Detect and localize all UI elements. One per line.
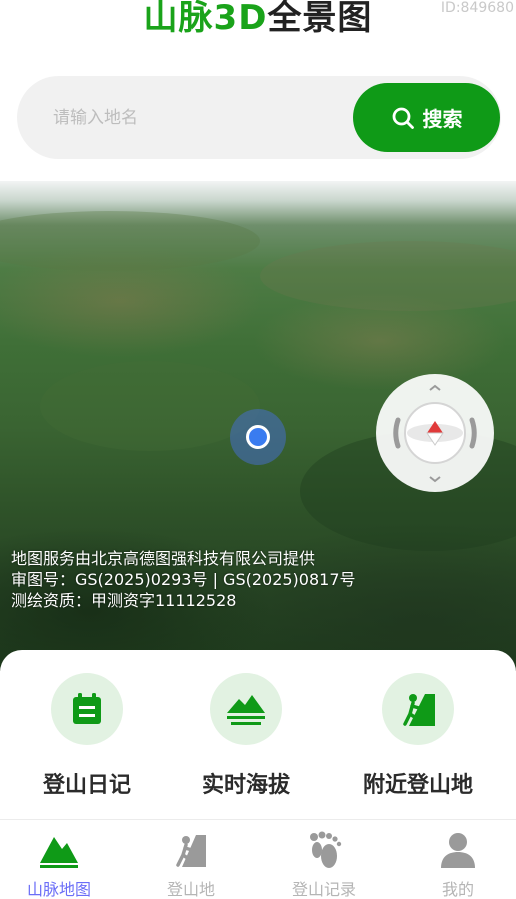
feature-label: 附近登山地 [362,773,473,798]
mountain-altitude-icon [210,673,282,745]
attribution-line: 测绘资质：甲测资字11112528 [11,591,237,610]
tab-label: 我的 [441,880,474,899]
bottom-tab-bar: 山脉地图 登山地 登山记录 我的 [0,819,516,899]
terrain-ridge [40,361,260,451]
page-title: 山脉3D全景图 [0,0,516,40]
search-bar: 搜索 [17,76,501,159]
terrain-map[interactable]: 地图服务由北京高德图强科技有限公司提供 审图号：GS(2025)0293号 | … [0,181,516,671]
app-header: 山脉3D全景图 ID:849680 [0,0,516,48]
id-watermark: ID:849680 [440,0,514,16]
tab-mountains[interactable]: 登山地 [126,828,256,899]
feature-label: 实时海拔 [201,773,290,798]
location-dot [246,425,270,449]
title-part-main: 全景图 [267,0,373,38]
feature-nearby-mountains[interactable]: 附近登山地 [333,673,503,799]
mountain-icon [0,828,124,872]
map-attribution: 地图服务由北京高德图强科技有限公司提供 审图号：GS(2025)0293号 | … [11,548,356,611]
terrain-ridge [0,211,260,271]
compass-icon [393,384,477,483]
calendar-icon [51,673,123,745]
current-location-marker[interactable] [230,409,286,465]
title-part-brand: 山脉3D [143,0,268,38]
feature-label: 登山日记 [42,773,131,798]
tab-hiking-records[interactable]: 登山记录 [259,828,389,899]
tab-label: 登山地 [166,880,215,899]
feature-panel: 登山日记 实时海拔 附近登山地 [0,650,516,820]
search-input[interactable] [53,76,343,159]
climber-icon [126,828,256,872]
user-icon [393,828,516,872]
tab-mountain-map[interactable]: 山脉地图 [0,828,124,899]
feature-hiking-diary[interactable]: 登山日记 [2,673,172,799]
terrain-ridge [260,241,516,311]
tab-label: 山脉地图 [26,880,91,899]
search-button[interactable]: 搜索 [353,83,500,152]
attribution-line: 地图服务由北京高德图强科技有限公司提供 [11,549,316,568]
compass-control[interactable] [376,374,494,492]
footprint-icon [259,828,389,872]
attribution-line: 审图号：GS(2025)0293号 | GS(2025)0817号 [11,570,356,589]
tab-label: 登山记录 [291,880,356,899]
feature-realtime-altitude[interactable]: 实时海拔 [161,673,331,799]
search-icon [391,106,415,130]
search-button-label: 搜索 [422,107,463,131]
climber-icon [382,673,454,745]
tab-profile[interactable]: 我的 [393,828,516,899]
